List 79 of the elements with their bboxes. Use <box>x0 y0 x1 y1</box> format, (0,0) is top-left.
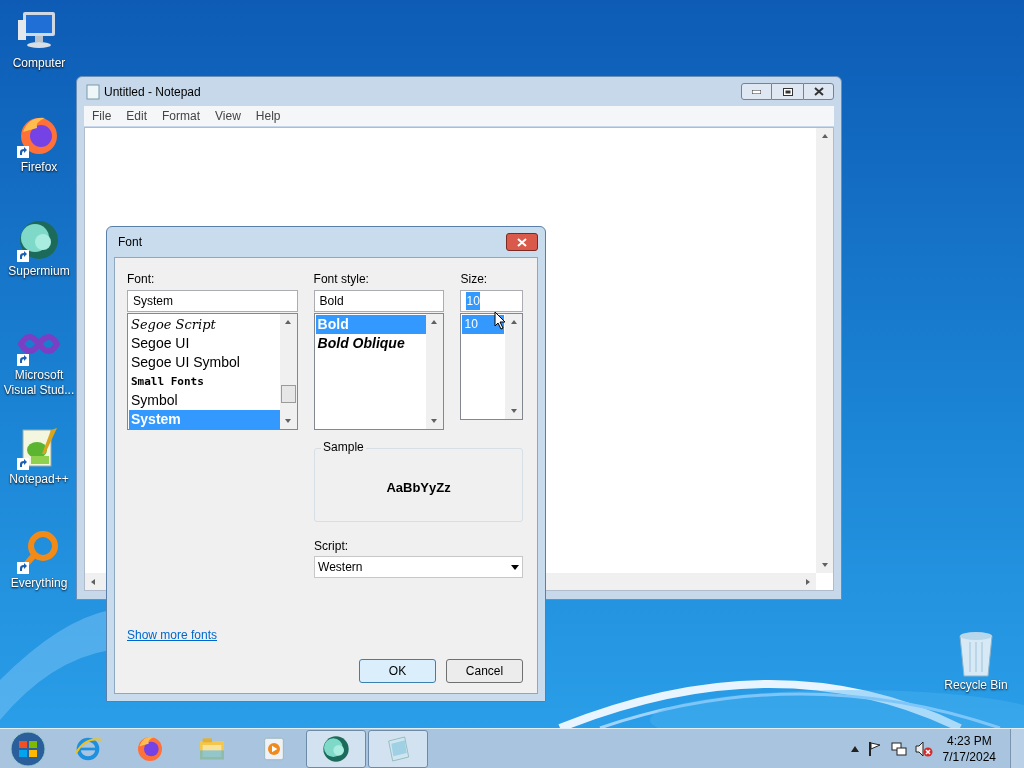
dialog-button[interactable]: Cancel <box>446 659 523 683</box>
group-label: Sample <box>321 440 366 454</box>
dropdown-arrow-icon <box>511 564 519 570</box>
icon-label: Computer <box>12 56 66 71</box>
script-dropdown[interactable]: Western <box>314 556 523 578</box>
icon-label: Notepad++ <box>9 472 69 487</box>
icon-label: Recycle Bin <box>944 678 1008 693</box>
field-value: Bold <box>319 293 344 310</box>
vertical-scrollbar[interactable] <box>425 314 443 429</box>
scroll-up-arrow-icon[interactable] <box>509 319 518 325</box>
flag-icon[interactable] <box>866 740 883 757</box>
scroll-down-arrow-icon[interactable] <box>509 408 518 414</box>
desktop-icon[interactable]: Computer <box>0 8 78 100</box>
close-icon <box>517 237 527 247</box>
mouse-pointer-icon <box>494 311 506 330</box>
desktop-icon[interactable]: Firefox <box>0 112 78 204</box>
minimize-icon <box>752 89 761 94</box>
close-icon <box>813 87 824 96</box>
list-box[interactable]: Segoe Script Segoe UI Segoe UI Symbol Small Fonts Symbol System <box>127 313 298 430</box>
scroll-right-arrow-icon[interactable] <box>805 577 811 586</box>
icon-label: Everything <box>10 576 68 591</box>
clock[interactable]: 4:23 PM 7/17/2024 <box>942 732 996 765</box>
list-item[interactable]: Small Fonts <box>129 372 280 391</box>
desktop-icon[interactable]: Supermium <box>0 216 78 308</box>
show-more-fonts-link[interactable]: Show more fonts <box>127 626 218 644</box>
text-field[interactable]: Bold <box>313 290 444 312</box>
scroll-down-arrow-icon[interactable] <box>284 418 293 424</box>
desktop-icon[interactable]: Notepad++ <box>0 424 78 516</box>
menu-item[interactable]: File <box>85 107 119 125</box>
icon-label: Supermium <box>8 264 70 279</box>
notepad-icon <box>86 83 100 100</box>
field-value: 10 <box>466 292 480 310</box>
window-title: Untitled - Notepad <box>104 83 201 101</box>
taskbar-button[interactable] <box>306 729 366 768</box>
field-label: Size: <box>460 272 489 286</box>
show-desktop-button[interactable] <box>1010 728 1024 768</box>
dialog-title: Font <box>118 234 142 251</box>
text-field[interactable]: System <box>127 290 298 312</box>
list-box[interactable]: Bold Bold Oblique <box>313 313 444 430</box>
list-item[interactable]: Segoe UI <box>129 334 280 353</box>
scroll-down-arrow-icon[interactable] <box>430 418 439 424</box>
windows-logo-icon <box>10 730 46 767</box>
scroll-up-arrow-icon[interactable] <box>820 133 829 139</box>
icon-label: Microsoft Visual Stud... <box>2 368 76 398</box>
scroll-down-arrow-icon[interactable] <box>820 562 829 568</box>
dialog-button[interactable]: OK <box>359 659 436 683</box>
maximize-button[interactable] <box>772 83 803 100</box>
sample-text: AaBbYyZz <box>386 479 451 498</box>
vertical-scrollbar[interactable] <box>279 314 297 429</box>
desktop-icon[interactable]: Microsoft Visual Stud... <box>0 320 78 412</box>
restore-icon <box>782 87 793 96</box>
show-hidden-icons-icon[interactable] <box>850 745 859 752</box>
vertical-scrollbar[interactable] <box>816 128 833 573</box>
taskbar-button[interactable] <box>368 729 428 768</box>
minimize-button[interactable] <box>741 83 772 100</box>
scroll-left-arrow-icon[interactable] <box>90 577 96 586</box>
icon-label: Firefox <box>20 160 58 175</box>
list-item[interactable]: Segoe UI Symbol <box>129 353 280 372</box>
menu-item[interactable]: Edit <box>119 107 155 125</box>
clock-time: 4:23 PM <box>946 732 992 749</box>
scroll-up-arrow-icon[interactable] <box>284 319 293 325</box>
menu-item[interactable]: Format <box>155 107 208 125</box>
scrollbar-thumb[interactable] <box>280 385 296 403</box>
list-item[interactable]: Bold Oblique <box>315 334 426 353</box>
menu-item[interactable]: Help <box>248 107 288 125</box>
field-label: Font style: <box>313 272 370 286</box>
field-label: Font: <box>127 272 156 286</box>
network-icon[interactable] <box>890 740 907 757</box>
list-item[interactable]: Symbol <box>129 391 280 410</box>
muted-speaker-icon[interactable] <box>914 740 933 757</box>
close-button[interactable] <box>803 83 834 100</box>
menu-item[interactable]: View <box>208 107 248 125</box>
scroll-up-arrow-icon[interactable] <box>430 319 439 325</box>
field-label: Script: <box>314 539 350 553</box>
field-value: System <box>133 293 173 310</box>
close-button[interactable] <box>506 233 538 251</box>
vertical-scrollbar[interactable] <box>505 314 522 419</box>
list-item[interactable]: Segoe Script <box>129 315 280 334</box>
clock-date: 7/17/2024 <box>942 748 996 765</box>
